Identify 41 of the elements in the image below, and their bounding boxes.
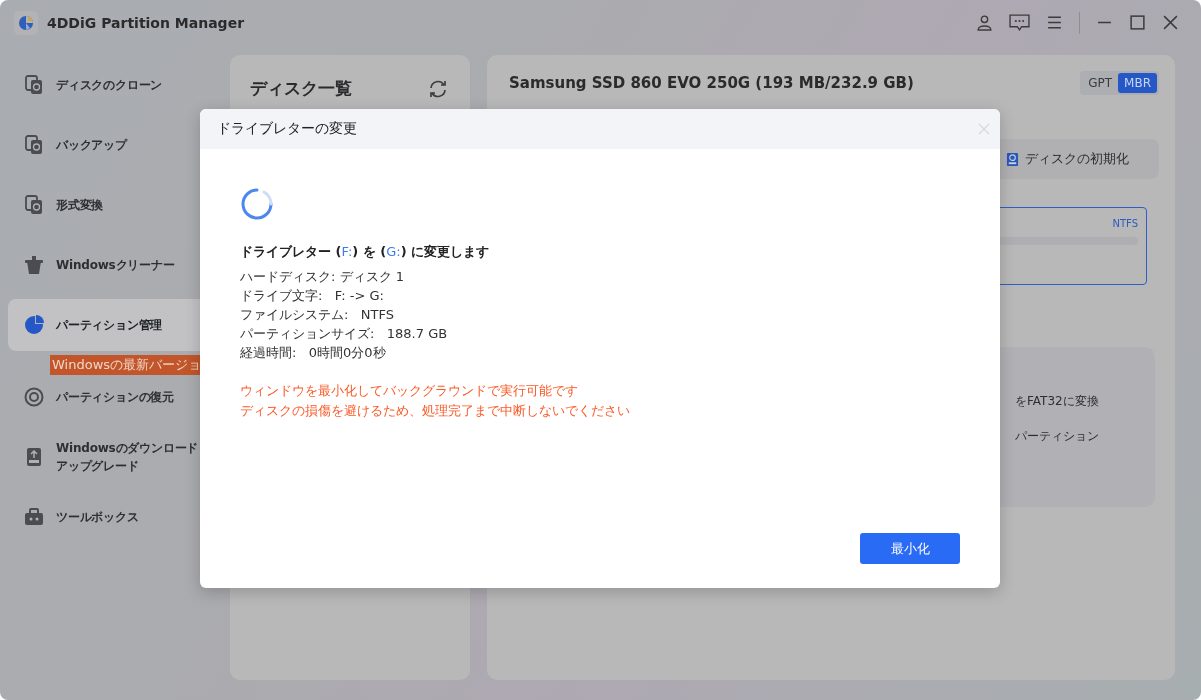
refresh-icon[interactable] <box>428 78 448 99</box>
drive-icon <box>24 447 44 467</box>
file-system-label: NTFS <box>1112 218 1138 229</box>
sidebar-item[interactable]: 形式変換 <box>8 179 208 231</box>
menu-icon[interactable] <box>1046 14 1063 31</box>
operation-heading: ドライブレター (F:) を (G:) に変更します <box>240 243 490 261</box>
detail-line: ハードディスク: ディスク 1 <box>240 268 404 286</box>
window-title: 4DDiG Partition Manager <box>47 14 245 31</box>
detail-line: パーティションサイズ: 188.7 GB <box>240 325 448 343</box>
detail-line: ドライブ文字: F: -> G: <box>240 287 384 305</box>
new-version-badge: Windowsの最新バージョ <box>50 355 202 375</box>
sidebar-item[interactable]: バックアップ <box>8 119 208 171</box>
sidebar-item[interactable]: Windowsのダウンロード アップグレード <box>8 431 208 483</box>
loading-spinner-icon <box>240 187 274 221</box>
disk-icon <box>24 387 44 407</box>
disk-title: Samsung SSD 860 EVO 250G (193 MB/232.9 GB) <box>509 74 914 92</box>
account-icon[interactable] <box>976 14 993 31</box>
sidebar-item[interactable]: Windowsクリーナー <box>8 239 208 291</box>
close-icon[interactable] <box>1162 14 1179 31</box>
app-logo-icon <box>14 10 38 35</box>
detail-line: 経過時間: 0時間0分0秒 <box>240 344 386 362</box>
panel-title: ディスク一覧 <box>250 77 352 100</box>
pie-chart-icon <box>24 315 44 335</box>
tool-item[interactable]: パーティション <box>1015 428 1105 445</box>
copy-icon <box>24 75 44 95</box>
detail-line: ファイルシステム: NTFS <box>240 306 394 324</box>
warning-text: ディスクの損傷を避けるため、処理完了まで中断しないでください <box>240 402 630 420</box>
warning-text: ウィンドウを最小化してバックグラウンドで実行可能です <box>240 382 578 400</box>
tab[interactable]: ディスクの初期化 <box>1006 150 1159 168</box>
copy-icon <box>24 195 44 215</box>
copy-icon <box>24 135 44 155</box>
toolbox-icon <box>24 507 44 527</box>
chat-icon[interactable] <box>1009 14 1030 31</box>
dialog-title: ドライブレターの変更 <box>217 120 357 138</box>
sidebar-item[interactable]: ツールボックス <box>8 491 208 543</box>
tool-item[interactable]: をFAT32に変換 <box>1015 393 1105 410</box>
partition-style-option[interactable]: MBR <box>1118 73 1157 93</box>
minimize-button[interactable]: 最小化 <box>860 533 960 564</box>
sidebar-item[interactable]: ディスクのクローン <box>8 59 208 111</box>
maximize-icon[interactable] <box>1129 14 1146 31</box>
partition-style-option[interactable]: GPT <box>1082 73 1119 93</box>
